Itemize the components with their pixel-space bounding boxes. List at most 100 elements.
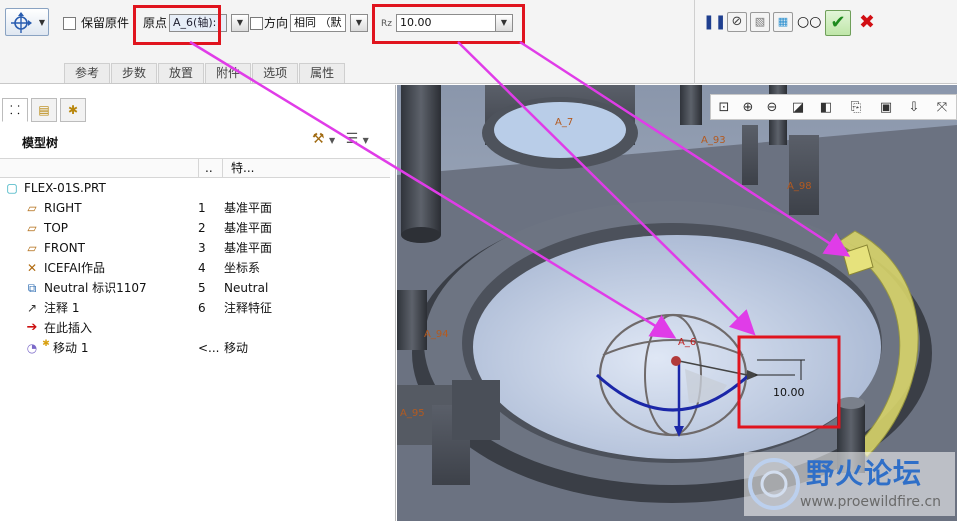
column-number-header[interactable]: ..	[198, 159, 218, 177]
cancel-button[interactable]: ✖	[857, 12, 877, 32]
import-feature-icon: ⧉	[27, 281, 37, 295]
tab-folder-browser[interactable]: ▤	[31, 98, 57, 122]
keep-original-checkbox[interactable]	[63, 17, 76, 30]
view-manager-icon[interactable]: ▣	[875, 97, 897, 119]
model-tree-icon: ⸬	[10, 103, 20, 117]
tree-item-label: TOP	[44, 221, 69, 235]
axis-display-icon[interactable]: ⤧	[931, 97, 953, 119]
dashboard-divider	[694, 0, 695, 84]
model-tree-title: 模型树	[22, 136, 59, 150]
tab-model-tree[interactable]: ⸬	[2, 98, 28, 122]
refit-icon[interactable]: ⊡	[713, 97, 735, 119]
tree-item-number: 2	[198, 221, 206, 235]
tree-row-neutral[interactable]: ⧉ Neutral 标识1107 5 Neutral	[0, 278, 390, 298]
tab-attachment[interactable]: 附件	[205, 63, 252, 83]
zoom-out-icon[interactable]: ⊖	[761, 97, 783, 119]
rz-highlight-box	[372, 4, 525, 44]
tree-row-insert-here[interactable]: ➔ 在此插入	[0, 318, 390, 338]
tab-steps[interactable]: 步数	[111, 63, 158, 83]
view-toolbar: ⊡ ⊕ ⊖ ◪ ◧ ⎘ ▣ ⇩ ⤧	[710, 94, 957, 120]
tree-item-type: 基准平面	[224, 201, 273, 215]
axis-label-a98: A_98	[787, 181, 812, 192]
pause-button[interactable]: ❚❚	[703, 12, 726, 32]
tree-root-label: FLEX-01S.PRT	[24, 181, 106, 195]
watermark-url: www.proewildfire.cn	[800, 494, 942, 510]
tree-item-type: 基准平面	[224, 221, 273, 235]
dashboard-tabs: 参考 步数 放置 附件 选项 属性	[64, 63, 346, 83]
tree-item-type: 基准平面	[224, 241, 273, 255]
favorites-icon: ✱	[67, 103, 79, 117]
tree-row-csys[interactable]: ✕ ICEFAI作品 4 坐标系	[0, 258, 390, 278]
dashboard: ▼ 保留原件 原点 A_6(轴): ▼ 方向 相同 （默 ▼ Rz 10.00 …	[0, 0, 957, 84]
chevron-down-icon: ▼	[38, 18, 45, 27]
chevron-down-icon[interactable]: ▼	[329, 136, 335, 145]
axis-label-a6: A_6	[678, 337, 697, 348]
annotation-icon: ↗	[26, 301, 38, 315]
tree-tools: ⚒ ▼ ☰ ▼	[312, 131, 369, 147]
folder-icon: ▤	[38, 103, 50, 117]
axis-label-a95: A_95	[400, 408, 425, 419]
part-icon: ▢	[6, 181, 18, 195]
tab-placement[interactable]: 放置	[158, 63, 205, 83]
axis-label-a94: A_94	[424, 329, 449, 340]
rotation-dimension-label[interactable]: 10.00	[773, 386, 805, 400]
tree-item-label: RIGHT	[44, 201, 82, 215]
zoom-in-icon[interactable]: ⊕	[737, 97, 759, 119]
direction-label: 方向	[264, 16, 289, 30]
tab-favorites[interactable]: ✱	[60, 98, 86, 122]
datum-plane-icon: ▱	[27, 221, 37, 235]
watermark-logo-icon	[748, 458, 800, 510]
direction-dropdown[interactable]: ▼	[350, 14, 368, 32]
tab-options[interactable]: 选项	[252, 63, 299, 83]
coordinate-system-icon: ✕	[26, 261, 38, 275]
axis-label-a93: A_93	[701, 135, 726, 146]
origin-highlight-box	[133, 5, 221, 45]
tree-item-label: 移动 1	[53, 341, 89, 355]
chevron-down-icon[interactable]: ▼	[363, 136, 369, 145]
tree-row-front[interactable]: ▱ FRONT 3 基准平面	[0, 238, 390, 258]
tree-item-label: 注释 1	[44, 301, 80, 315]
glasses-preview-icon[interactable]: ○○	[797, 12, 821, 32]
tree-item-number: 5	[198, 281, 206, 295]
keep-original-label: 保留原件	[81, 16, 130, 30]
move-type-dropdown[interactable]: ▼	[5, 8, 49, 36]
tree-item-number: 4	[198, 261, 206, 275]
tab-references[interactable]: 参考	[64, 63, 111, 83]
tree-column-header: .. 特...	[0, 158, 390, 178]
watermark-title: 野火论坛	[806, 457, 923, 490]
model-tree-panel: ⸬ ▤ ✱ 模型树 ⚒ ▼ ☰ ▼ .. 特... ▢ FLEX-01S.PRT…	[0, 85, 396, 521]
origin-options-dropdown[interactable]: ▼	[231, 14, 249, 32]
tree-settings-icon[interactable]: ⚒	[312, 131, 325, 147]
insert-arrow-icon: ➔	[26, 320, 38, 335]
datum-plane-icon: ▱	[27, 241, 37, 255]
apply-ok-button[interactable]: ✔	[825, 10, 851, 36]
tree-item-label: FRONT	[44, 241, 85, 255]
direction-field[interactable]: 相同 （默	[290, 14, 346, 32]
no-preview-button[interactable]: ⊘	[727, 12, 747, 32]
tree-row-top[interactable]: ▱ TOP 2 基准平面	[0, 218, 390, 238]
tree-item-type: 移动	[224, 341, 249, 355]
preview-geometry-button[interactable]: ▧	[750, 12, 770, 32]
tree-item-label: 在此插入	[44, 321, 93, 335]
column-feature-header[interactable]: 特...	[222, 159, 262, 177]
verify-mode-button[interactable]: ▦	[773, 12, 793, 32]
tree-row-note[interactable]: ↗ 注释 1 6 注释特征	[0, 298, 390, 318]
tab-properties[interactable]: 属性	[299, 63, 346, 83]
datum-plane-icon: ▱	[27, 201, 37, 215]
tree-show-icon[interactable]: ☰	[346, 131, 359, 147]
repaint-icon[interactable]: ◪	[787, 97, 809, 119]
tree-row-move[interactable]: ◔ ✱ 移动 1 <... 移动	[0, 338, 390, 358]
direction-checkbox[interactable]	[250, 17, 263, 30]
display-style-icon[interactable]: ◧	[815, 97, 837, 119]
new-feature-star-icon: ✱	[42, 339, 50, 349]
datum-display-icon[interactable]: ⇩	[903, 97, 925, 119]
saved-views-icon[interactable]: ⎘	[845, 97, 867, 119]
tree-item-type: 坐标系	[224, 261, 261, 275]
tree-item-label: ICEFAI作品	[44, 261, 106, 275]
tree-row-right[interactable]: ▱ RIGHT 1 基准平面	[0, 198, 390, 218]
tree-item-number: <...	[198, 341, 220, 355]
tree-item-number: 6	[198, 301, 206, 315]
tree-row-root[interactable]: ▢ FLEX-01S.PRT	[0, 178, 390, 198]
translate-icon	[11, 12, 32, 33]
tree-item-number: 1	[198, 201, 206, 215]
